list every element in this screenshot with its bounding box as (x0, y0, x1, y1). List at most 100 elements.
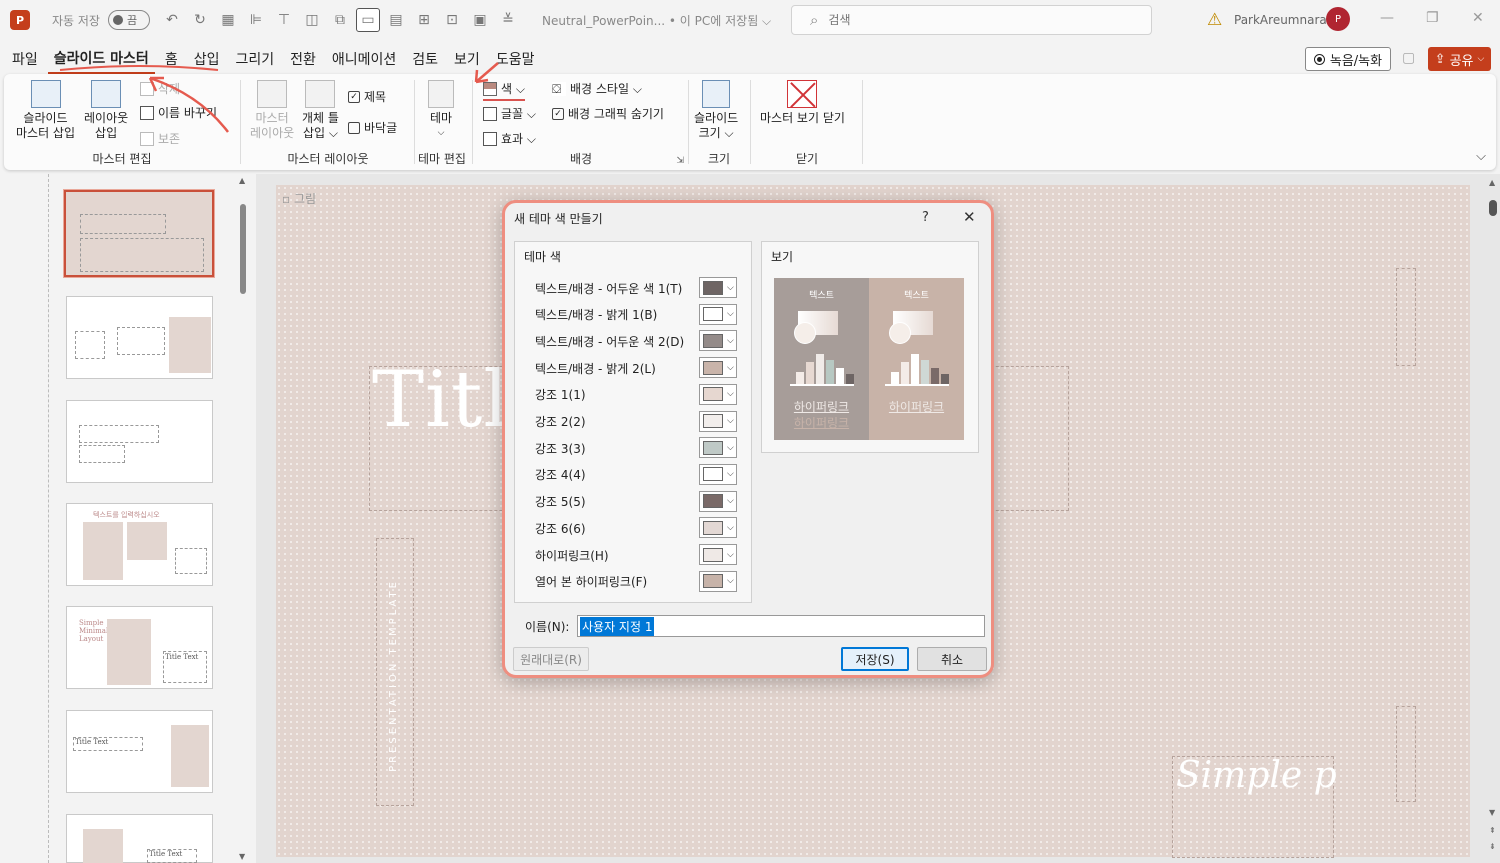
picture-placeholder-tag: ▫ 그림 (282, 192, 317, 206)
thumb-image (83, 522, 123, 580)
vertical-text-label: PRESENTATION TEMPLATE (387, 578, 399, 772)
color-picker[interactable]: ⌵ (699, 357, 737, 379)
create-theme-colors-dialog: 새 테마 색 만들기 ? ✕ 테마 색 보기 텍스트 하이퍼링크 하이퍼링크 텍… (502, 200, 994, 678)
reset-button[interactable]: 원래대로(R) (513, 647, 589, 671)
preview-bar (901, 362, 909, 384)
color-row: 강조 3(3) ⌵ (535, 437, 745, 459)
chevron-down-icon: ⌵ (727, 442, 734, 453)
thumb-title-box (80, 214, 166, 234)
side-placeholder-bottom[interactable] (1396, 706, 1416, 802)
thumb-image (107, 619, 151, 685)
preview-baseline (790, 384, 854, 386)
chevron-down-icon: ⌵ (727, 549, 734, 560)
color-row: 강조 2(2) ⌵ (535, 410, 745, 433)
color-row: 텍스트/배경 - 어두운 색 2(D) ⌵ (535, 330, 745, 352)
dialog-title: 새 테마 색 만들기 (514, 212, 603, 226)
canvas-scrollbar[interactable] (1489, 200, 1497, 216)
preview-text-label: 텍스트 (809, 291, 834, 301)
vertical-text: PRESENTATION TEMPLATE (378, 545, 408, 805)
chevron-down-icon: ⌵ (727, 309, 734, 320)
color-picker[interactable]: ⌵ (699, 303, 737, 325)
preview-group: 보기 텍스트 하이퍼링크 하이퍼링크 텍스트 하이퍼링크 (761, 241, 979, 453)
preview-bar (911, 354, 919, 384)
help-icon[interactable]: ? (922, 210, 929, 225)
color-picker[interactable]: ⌵ (699, 463, 737, 485)
color-picker[interactable]: ⌵ (699, 277, 737, 298)
color-row: 열어 본 하이퍼링크(F) ⌵ (535, 570, 745, 593)
chevron-down-icon: ⌵ (727, 362, 734, 373)
thumbnail-layout-2[interactable] (66, 400, 213, 483)
color-swatch (703, 414, 723, 428)
cancel-button[interactable]: 취소 (917, 647, 987, 671)
chevron-down-icon: ⌵ (727, 282, 734, 293)
color-row-label: 텍스트/배경 - 어두운 색 1(T) (535, 281, 683, 296)
thumb-body-box (80, 238, 204, 272)
thumb-image (83, 829, 123, 863)
side-placeholder-top[interactable] (1396, 268, 1416, 366)
color-row: 강조 4(4) ⌵ (535, 463, 745, 486)
thumbnail-layout-5[interactable]: Title Text (66, 710, 213, 793)
prev-slide-icon[interactable]: ⇞ (1489, 826, 1496, 835)
preview-bar (931, 368, 939, 384)
color-row-label: 열어 본 하이퍼링크(F) (535, 575, 648, 590)
preview-circle (889, 322, 911, 344)
thumb-image (127, 522, 167, 560)
color-picker[interactable]: ⌵ (699, 490, 737, 512)
thumbnail-layout-3[interactable]: 텍스트를 입력하십시오 (66, 503, 213, 586)
color-picker[interactable]: ⌵ (699, 330, 737, 352)
preview-bar (806, 362, 814, 384)
color-row: 강조 5(5) ⌵ (535, 490, 745, 513)
chevron-down-icon: ⌵ (727, 335, 734, 346)
color-picker[interactable]: ⌵ (699, 410, 737, 432)
preview-bar (921, 360, 929, 384)
thumb-title-text: Title Text (165, 653, 199, 661)
thumbnail-layout-1[interactable] (66, 296, 213, 379)
preview-bar (941, 374, 949, 384)
color-swatch (703, 547, 723, 562)
color-row-label: 텍스트/배경 - 밝게 2(L) (535, 361, 656, 376)
thumbnail-layout-4[interactable]: Simple Minimal Layout Title Text (66, 606, 213, 689)
thumb-title-text: Title Text (149, 850, 183, 858)
preview-text-label: 텍스트 (904, 291, 929, 301)
color-picker[interactable]: ⌵ (699, 517, 737, 539)
color-picker[interactable]: ⌵ (699, 437, 737, 459)
color-picker[interactable]: ⌵ (699, 544, 737, 565)
slide-title-text: Titl (372, 355, 510, 445)
name-value: 사용자 지정 1 (580, 616, 655, 636)
color-row-label: 하이퍼링크(H) (535, 548, 609, 563)
thumb-box (175, 548, 207, 574)
color-row-label: 텍스트/배경 - 밝게 1(B) (535, 308, 658, 323)
preview-hyperlink: 하이퍼링크 (888, 400, 945, 414)
chevron-down-icon: ⌵ (727, 416, 734, 426)
next-slide-icon[interactable]: ⇟ (1489, 842, 1496, 851)
color-row: 강조 1(1) ⌵ (535, 383, 745, 406)
chevron-down-icon: ⌵ (727, 522, 734, 533)
name-input[interactable]: 사용자 지정 1 (577, 615, 985, 637)
scroll-down-icon[interactable]: ▼ (1489, 808, 1495, 817)
thumbnail-scrollbar[interactable] (240, 204, 246, 294)
theme-preview: 텍스트 하이퍼링크 하이퍼링크 텍스트 하이퍼링크 (774, 278, 964, 440)
scroll-down-icon[interactable]: ▼ (239, 852, 245, 861)
thumb-box (79, 425, 159, 443)
name-label: 이름(N): (525, 620, 570, 634)
color-row: 텍스트/배경 - 밝게 1(B) ⌵ (535, 303, 745, 326)
underline-annotation (59, 65, 219, 71)
color-picker[interactable]: ⌵ (699, 570, 737, 592)
color-swatch (703, 360, 723, 375)
color-swatch (703, 494, 723, 509)
chevron-down-icon: ⌵ (727, 389, 734, 400)
preview-visited-hyperlink: 하이퍼링크 (793, 416, 850, 430)
thumb-image (169, 317, 211, 373)
color-row-label: 강조 3(3) (535, 441, 586, 456)
thumb-caption: 텍스트를 입력하십시오 (93, 511, 160, 519)
thumbnail-slide-master[interactable] (64, 190, 214, 277)
color-row-label: 강조 2(2) (535, 415, 586, 429)
color-picker[interactable]: ⌵ (699, 383, 737, 405)
close-icon[interactable]: ✕ (963, 208, 976, 226)
color-swatch (703, 467, 723, 482)
thumbnail-layout-6[interactable]: Title Text (66, 814, 213, 863)
color-row: 강조 6(6) ⌵ (535, 517, 745, 539)
save-button[interactable]: 저장(S) (841, 647, 909, 671)
preview-circle (794, 322, 816, 344)
preview-bar (826, 360, 834, 384)
